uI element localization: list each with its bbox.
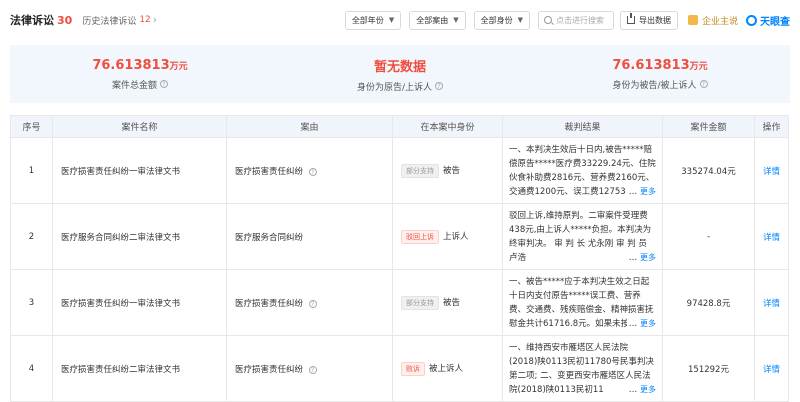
vip-icon <box>687 15 698 25</box>
detail-link[interactable]: 详情 <box>754 137 789 204</box>
help-icon[interactable]: ? <box>160 80 168 88</box>
table-row: 3 医疗损害责任纠纷一审法律文书 医疗损害责任纠纷 ? 部分支持 被告 一、被告*… <box>10 269 789 336</box>
summary-label: 案件总金额? <box>112 78 168 91</box>
search-placeholder: 点击进行搜索 <box>555 15 604 25</box>
page-title: 法律诉讼 <box>10 14 54 27</box>
row-index: 3 <box>10 269 53 336</box>
more-link[interactable]: 更多 <box>640 253 656 262</box>
more-link[interactable]: 更多 <box>640 187 656 196</box>
case-cause: 医疗损害责任纠纷 ? <box>226 269 393 336</box>
case-amount: 97428.8元 <box>662 269 755 336</box>
case-result: 一、维持西安市雁塔区人民法院(2018)陕0113民初11780号民事判决第二项… <box>502 335 663 402</box>
vip-link[interactable]: 企业主说 <box>687 14 738 27</box>
table-row: 4 医疗损害责任纠纷二审法律文书 医疗损害责任纠纷 ? 败诉 被上诉人 一、维持西… <box>10 335 789 402</box>
case-cause: 医疗损害责任纠纷 ? <box>226 137 393 204</box>
history-count: 12 <box>139 15 151 25</box>
row-index: 4 <box>10 335 53 402</box>
case-name: 医疗损害责任纠纷一审法律文书 <box>52 137 227 204</box>
col-index: 序号 <box>10 115 53 138</box>
case-role: 部分支持 被告 <box>392 269 503 336</box>
summary-value: 76.613813万元 <box>92 57 188 73</box>
case-result: 一、本判决生效后十日内,被告*****赔偿原告*****医疗费33229.24元… <box>502 137 663 204</box>
detail-link[interactable]: 详情 <box>754 335 789 402</box>
summary-panel: 76.613813万元 案件总金额? 暂无数据 身份为原告/上诉人? 76.61… <box>10 45 790 103</box>
case-amount: 151292元 <box>662 335 755 402</box>
search-input[interactable]: 点击进行搜索 <box>537 10 614 30</box>
col-role: 在本案中身份 <box>392 115 503 138</box>
table-row: 2 医疗服务合同纠纷二审法律文书 医疗服务合同纠纷 驳回上诉 上诉人 驳回上诉,维… <box>10 203 789 270</box>
row-index: 2 <box>10 203 53 270</box>
history-label: 历史法律诉讼 <box>82 16 137 27</box>
caret-down-icon: ▼ <box>388 16 395 24</box>
case-amount: 335274.04元 <box>662 137 755 204</box>
summary-label: 身份为原告/上诉人? <box>357 80 444 93</box>
status-badge: 部分支持 <box>401 295 439 310</box>
status-badge: 驳回上诉 <box>401 229 439 244</box>
case-result: 驳回上诉,维持原判。二审案件受理费438元,由上诉人*****负担。本判决为终审… <box>502 203 663 270</box>
case-name: 医疗损害责任纠纷二审法律文书 <box>52 335 227 402</box>
summary-value: 76.613813万元 <box>612 57 708 73</box>
status-badge: 部分支持 <box>401 163 439 178</box>
case-name: 医疗服务合同纠纷二审法律文书 <box>52 203 227 270</box>
detail-link[interactable]: 详情 <box>754 269 789 336</box>
filter-year-dropdown[interactable]: 全部年份 ▼ <box>344 10 402 30</box>
brand-logo: 天眼查 <box>746 13 790 28</box>
more-link[interactable]: 更多 <box>640 319 656 328</box>
case-amount: - <box>662 203 755 270</box>
case-cause: 医疗损害责任纠纷 ? <box>226 335 393 402</box>
export-button[interactable]: 导出数据 <box>619 10 678 30</box>
status-badge: 败诉 <box>401 361 425 376</box>
summary-defendant-amount: 76.613813万元 身份为被告/被上诉人? <box>530 45 790 103</box>
export-label: 导出数据 <box>638 15 671 25</box>
filter-year-label: 全部年份 <box>351 15 384 25</box>
case-result: 一、被告*****应于本判决生效之日起十日内支付原告*****误工费、营养费、交… <box>502 269 663 336</box>
export-icon <box>626 13 635 24</box>
col-case-name: 案件名称 <box>52 115 227 138</box>
col-action: 操作 <box>754 115 789 138</box>
col-cause: 案由 <box>226 115 393 138</box>
brand-logo-icon <box>746 14 757 26</box>
more-link[interactable]: 更多 <box>640 385 656 394</box>
lawsuit-count: 30 <box>57 13 73 27</box>
summary-total-amount: 76.613813万元 案件总金额? <box>10 45 270 103</box>
filter-cause-dropdown[interactable]: 全部案由 ▼ <box>409 10 466 30</box>
help-icon[interactable]: ? <box>308 300 317 308</box>
summary-plaintiff-amount: 暂无数据 身份为原告/上诉人? <box>270 45 530 103</box>
lawsuit-table: 序号 案件名称 案由 在本案中身份 裁判结果 案件金额 操作 1 医疗损害责任纠… <box>10 115 789 402</box>
table-header-row: 序号 案件名称 案由 在本案中身份 裁判结果 案件金额 操作 <box>10 115 789 138</box>
table-row: 1 医疗损害责任纠纷一审法律文书 医疗损害责任纠纷 ? 部分支持 被告 一、本判决… <box>10 137 789 204</box>
filter-role-dropdown[interactable]: 全部身份 ▼ <box>473 10 530 30</box>
chevron-right-icon: › <box>152 14 157 26</box>
brand-label: 天眼查 <box>760 16 790 28</box>
help-icon[interactable]: ? <box>435 82 444 90</box>
case-role: 部分支持 被告 <box>392 137 503 204</box>
filter-cause-label: 全部案由 <box>416 15 449 25</box>
case-name: 医疗损害责任纠纷一审法律文书 <box>52 269 227 336</box>
detail-link[interactable]: 详情 <box>754 203 789 270</box>
col-amount: 案件金额 <box>662 115 755 138</box>
summary-value: 暂无数据 <box>373 59 426 75</box>
caret-down-icon: ▼ <box>453 16 459 24</box>
filter-role-label: 全部身份 <box>480 15 513 25</box>
case-cause: 医疗服务合同纠纷 <box>226 203 393 270</box>
summary-label: 身份为被告/被上诉人? <box>612 78 708 91</box>
row-index: 1 <box>10 137 53 204</box>
caret-down-icon: ▼ <box>517 16 523 24</box>
case-role: 败诉 被上诉人 <box>392 335 503 402</box>
help-icon[interactable]: ? <box>699 80 708 88</box>
help-icon[interactable]: ? <box>308 366 317 374</box>
case-role: 驳回上诉 上诉人 <box>392 203 503 270</box>
search-icon <box>543 16 552 24</box>
help-icon[interactable]: ? <box>308 168 317 176</box>
vip-label: 企业主说 <box>701 16 738 27</box>
history-lawsuits-link[interactable]: 历史法律诉讼 12 › <box>82 14 156 27</box>
col-result: 裁判结果 <box>502 115 663 138</box>
header-bar: 法律诉讼 30 历史法律诉讼 12 › 全部年份 ▼ 全部案由 ▼ 全部身份 ▼… <box>0 0 800 40</box>
